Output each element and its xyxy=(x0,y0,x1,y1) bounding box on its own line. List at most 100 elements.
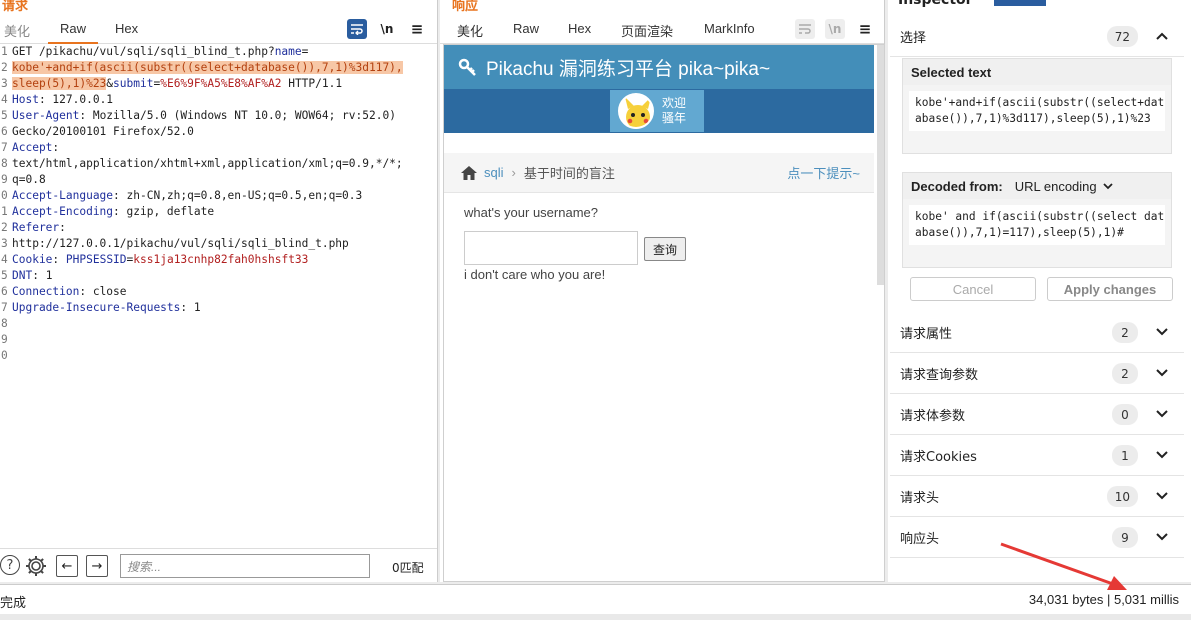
newline-toggle[interactable]: \n xyxy=(825,19,845,39)
selected-text-title: Selected text xyxy=(903,59,1171,85)
user-menu[interactable]: 欢迎 骚年 xyxy=(610,90,704,132)
chevron-up-icon[interactable] xyxy=(1154,26,1170,46)
request-line: Gecko/20100101 Firefox/52.0 xyxy=(12,125,194,138)
tab-response-markinfo[interactable]: MarkInfo xyxy=(704,21,755,36)
site-navbar: 欢迎 骚年 xyxy=(444,89,874,133)
request-line: text/html,application/xhtml+xml,applicat… xyxy=(12,157,403,170)
request-line: GET /pikachu/vul/sqli/sqli_blind_t.php?n… xyxy=(12,45,309,58)
request-line: Accept: xyxy=(12,141,60,154)
request-line: http://127.0.0.1/pikachu/vul/sqli/sqli_b… xyxy=(12,237,349,250)
breadcrumb: sqli › 基于时间的盲注 点一下提示~ xyxy=(444,153,874,193)
count-badge: 2 xyxy=(1112,322,1138,343)
section-cookies[interactable]: 请求Cookies 1 xyxy=(890,435,1184,476)
tab-response-pretty[interactable]: 美化 xyxy=(457,21,483,40)
breadcrumb-link-sqli[interactable]: sqli xyxy=(484,165,504,180)
count-badge: 1 xyxy=(1112,445,1138,466)
home-icon[interactable] xyxy=(460,165,478,181)
selected-text-value[interactable]: kobe'+and+if(ascii(substr((select+databa… xyxy=(909,91,1165,131)
layout-toggle[interactable] xyxy=(994,0,1046,6)
welcome-text: 欢迎 骚年 xyxy=(662,96,687,125)
section-query-params[interactable]: 请求查询参数 2 xyxy=(890,353,1184,394)
wrap-lines-icon[interactable] xyxy=(795,19,815,39)
selection-section[interactable]: 选择 72 xyxy=(890,16,1184,57)
inspector-panel: Inspector 选择 72 Selected text kobe'+and+… xyxy=(888,0,1191,582)
request-line xyxy=(12,316,434,332)
status-response-stats: 34,031 bytes | 5,031 millis xyxy=(1028,592,1179,607)
response-tabbar: 美化 Raw Hex 页面渲染 MarkInfo \n ≡ xyxy=(440,14,884,48)
chevron-down-icon[interactable] xyxy=(1154,404,1170,424)
chevron-down-icon[interactable] xyxy=(1154,527,1170,547)
vertical-scrollbar[interactable] xyxy=(877,45,884,285)
arrow-right-icon[interactable]: → xyxy=(86,555,108,577)
decoded-from-header: Decoded from: URL encoding xyxy=(903,173,1171,199)
newline-toggle[interactable]: \n xyxy=(377,19,397,39)
hamburger-menu-icon[interactable]: ≡ xyxy=(855,19,875,39)
tab-response-raw[interactable]: Raw xyxy=(513,21,539,36)
tab-response-hex[interactable]: Hex xyxy=(568,21,591,36)
inspector-title: Inspector xyxy=(898,0,973,8)
query-result: i don't care who you are! xyxy=(464,267,606,282)
chevron-down-icon[interactable] xyxy=(1154,445,1170,465)
request-editor[interactable]: 1 2 3 4 5 6 7 8 9 0 1 2 3 4 5 6 7 8 9 0 … xyxy=(0,44,437,548)
selection-count-badge: 72 xyxy=(1106,26,1138,47)
username-question: what's your username? xyxy=(464,205,598,220)
status-left: 完成 xyxy=(0,596,27,611)
avatar xyxy=(618,93,654,129)
chevron-down-icon[interactable] xyxy=(1154,363,1170,383)
request-tabbar: 美化 Raw Hex \n ≡ xyxy=(0,14,437,44)
match-count: 0匹配 xyxy=(392,561,424,575)
section-body-params[interactable]: 请求体参数 0 xyxy=(890,394,1184,435)
request-line: DNT: 1 xyxy=(12,269,53,282)
line-number-gutter: 1 2 3 4 5 6 7 8 9 0 1 2 3 4 5 6 7 8 9 0 xyxy=(1,45,8,362)
decoded-from-label: Decoded from: xyxy=(911,178,1003,194)
request-line: User-Agent: Mozilla/5.0 (Windows NT 10.0… xyxy=(12,109,396,122)
request-line xyxy=(12,332,434,348)
request-line: Referer: xyxy=(12,221,66,234)
tab-request-pretty[interactable]: 美化 xyxy=(4,21,30,40)
gear-icon[interactable] xyxy=(24,554,48,578)
selection-label: 选择 xyxy=(900,30,927,46)
request-lines: GET /pikachu/vul/sqli/sqli_blind_t.php?n… xyxy=(12,44,434,348)
arrow-left-icon[interactable]: ← xyxy=(56,555,78,577)
request-line: Upgrade-Insecure-Requests: 1 xyxy=(12,301,201,314)
tab-response-render[interactable]: 页面渲染 xyxy=(608,21,686,48)
section-request-headers[interactable]: 请求头 10 xyxy=(890,476,1184,517)
count-badge: 2 xyxy=(1112,363,1138,384)
request-line: kobe'+and+if(ascii(substr((select+databa… xyxy=(12,61,403,74)
request-line: Accept-Language: zh-CN,zh;q=0.8,en-US;q=… xyxy=(12,189,363,202)
hint-link[interactable]: 点一下提示~ xyxy=(787,163,860,182)
response-panel: 响应 美化 Raw Hex 页面渲染 MarkInfo \n ≡ Pikachu… xyxy=(440,0,885,582)
search-input[interactable]: 搜索... xyxy=(120,554,370,578)
tab-request-raw[interactable]: Raw xyxy=(47,21,99,44)
hamburger-menu-icon[interactable]: ≡ xyxy=(407,19,427,39)
chevron-down-icon[interactable] xyxy=(1154,486,1170,506)
decoded-text-value[interactable]: kobe' and if(ascii(substr((select databa… xyxy=(909,205,1165,245)
apply-changes-button[interactable]: Apply changes xyxy=(1047,277,1173,301)
response-section-title: 响应 xyxy=(452,0,479,14)
wrap-lines-icon[interactable] xyxy=(347,19,367,39)
request-panel: 请求 美化 Raw Hex \n ≡ 1 2 3 4 5 6 7 8 9 0 1… xyxy=(0,0,438,582)
section-request-attributes[interactable]: 请求属性 2 xyxy=(890,312,1184,353)
request-line: Connection: close xyxy=(12,285,127,298)
count-badge: 10 xyxy=(1106,486,1138,507)
username-input[interactable] xyxy=(464,231,638,265)
chevron-down-icon xyxy=(1103,182,1113,189)
count-badge: 0 xyxy=(1112,404,1138,425)
query-button[interactable]: 查询 xyxy=(644,237,686,261)
question-icon[interactable]: ? xyxy=(0,555,20,575)
cancel-button[interactable]: Cancel xyxy=(910,277,1036,301)
background-strip xyxy=(0,614,1191,620)
tab-request-hex[interactable]: Hex xyxy=(115,21,138,36)
chevron-down-icon[interactable] xyxy=(1154,322,1170,342)
request-line: Host: 127.0.0.1 xyxy=(12,93,114,106)
annotation-arrow-icon xyxy=(1000,542,1127,590)
request-footer: ? ← → 搜索... 0匹配 xyxy=(0,548,437,582)
request-line: q=0.8 xyxy=(12,173,46,186)
site-header: Pikachu 漏洞练习平台 pika~pika~ xyxy=(444,45,874,89)
request-section-title: 请求 xyxy=(2,0,29,14)
request-line: sleep(5),1)%23&submit=%E6%9F%A5%E8%AF%A2… xyxy=(12,77,343,90)
decoded-box: Decoded from: URL encoding kobe' and if(… xyxy=(902,172,1172,268)
decoding-select[interactable]: URL encoding xyxy=(1015,179,1113,194)
site-title: Pikachu 漏洞练习平台 pika~pika~ xyxy=(486,58,771,80)
breadcrumb-current: 基于时间的盲注 xyxy=(523,166,615,181)
